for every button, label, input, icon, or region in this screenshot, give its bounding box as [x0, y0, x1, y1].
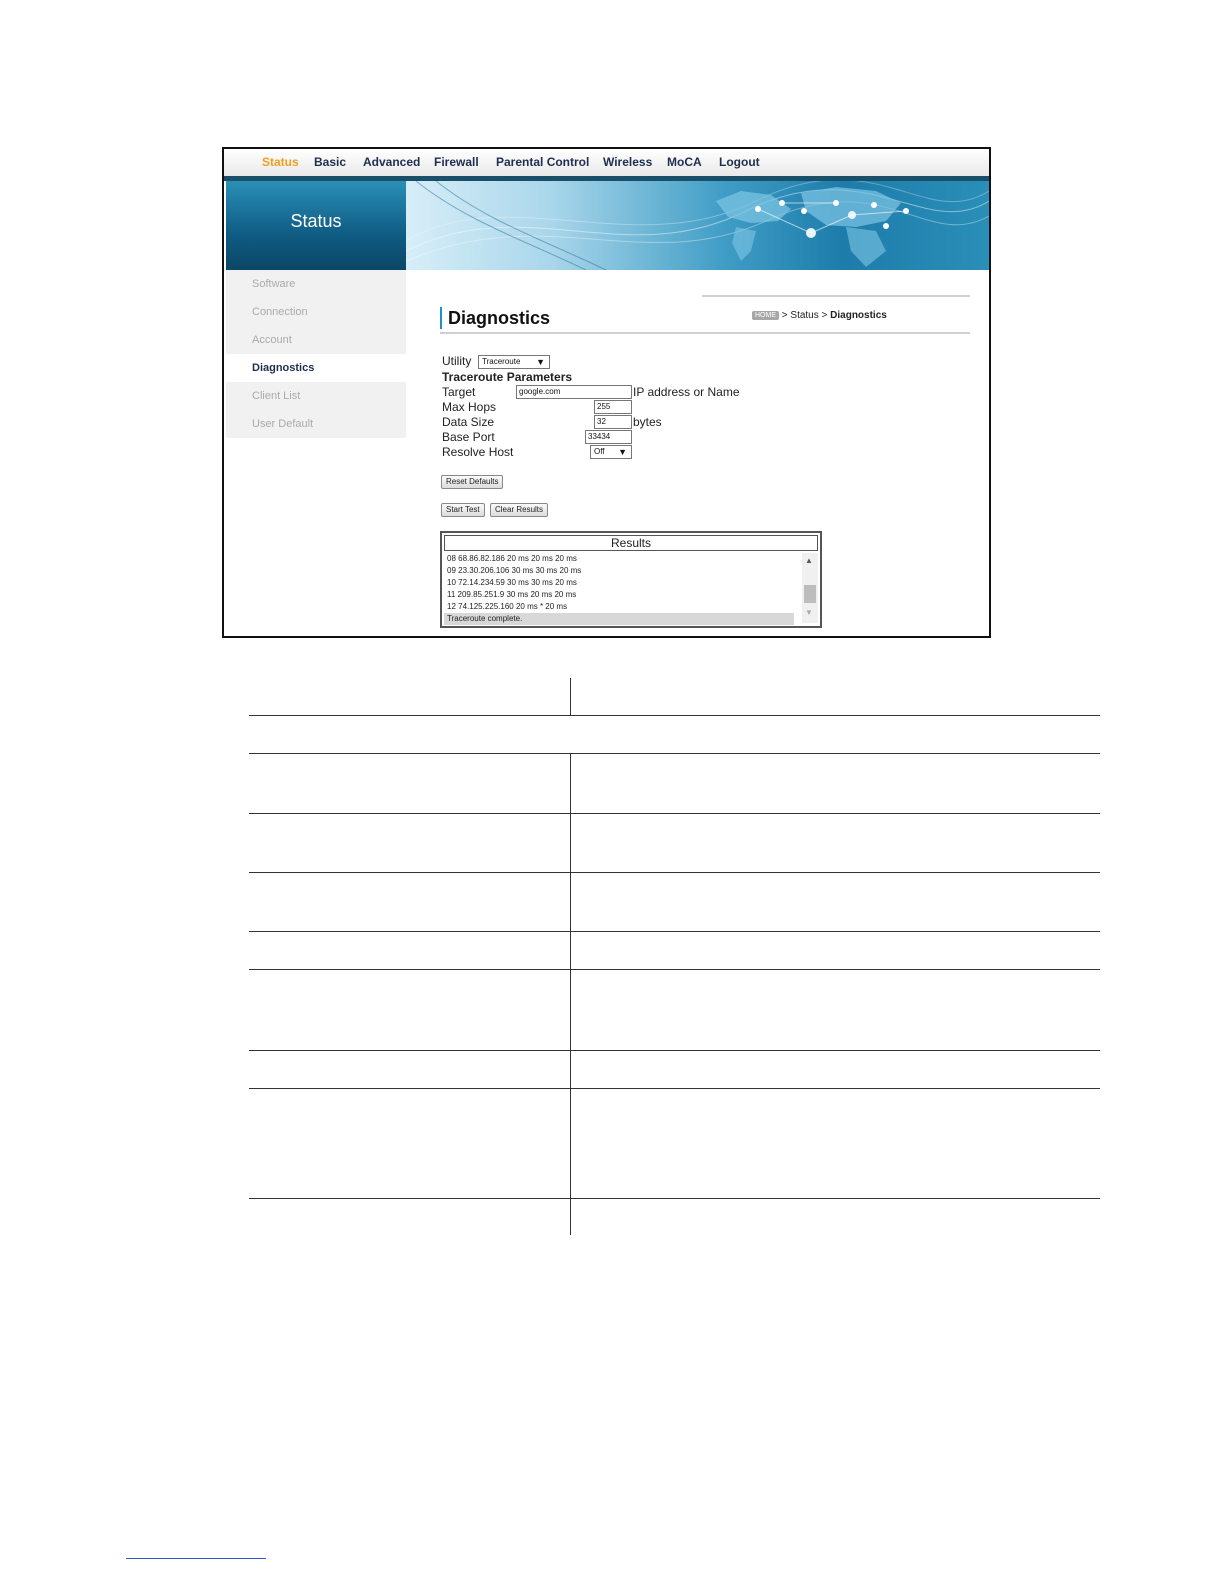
results-scrollbar[interactable]: ▲ ▼ [802, 553, 818, 623]
nav-advanced[interactable]: Advanced [363, 155, 420, 169]
divider [702, 295, 970, 297]
nav-parental-control[interactable]: Parental Control [496, 155, 589, 169]
table-rule [249, 715, 1100, 716]
sidebar-item-diagnostics[interactable]: Diagnostics [226, 354, 406, 382]
main-content: Diagnostics HOME > Status > Diagnostics … [440, 279, 970, 634]
resolve-host-label: Resolve Host [442, 445, 514, 459]
result-line: 09 23.30.206.106 30 ms 30 ms 20 ms [447, 566, 582, 575]
data-size-label: Data Size [442, 415, 495, 429]
table-divider [570, 753, 571, 1235]
max-hops-label: Max Hops [442, 400, 497, 414]
table-rule [249, 872, 1100, 873]
nav-basic[interactable]: Basic [314, 155, 346, 169]
sidebar-item-connection[interactable]: Connection [226, 298, 406, 326]
nav-logout[interactable]: Logout [719, 155, 760, 169]
table-rule [249, 969, 1100, 970]
nav-moca[interactable]: MoCA [667, 155, 702, 169]
result-line: 11 209.85.251.9 30 ms 20 ms 20 ms [447, 590, 577, 599]
top-navigation: Status Basic Advanced Firewall Parental … [224, 149, 989, 178]
target-label: Target [442, 385, 476, 399]
utility-label: Utility [442, 354, 472, 368]
sidebar-item-user-default[interactable]: User Default [226, 410, 406, 438]
page-title: Diagnostics [448, 308, 551, 328]
start-test-button[interactable]: Start Test [441, 503, 485, 517]
target-input[interactable]: google.com [516, 385, 632, 399]
table-rule [249, 931, 1100, 932]
results-header: Results [444, 535, 818, 551]
result-line: 12 74.125.225.160 20 ms * 20 ms [447, 602, 568, 611]
nav-status[interactable]: Status [262, 155, 299, 169]
scroll-down-icon[interactable]: ▼ [805, 608, 813, 617]
world-map-banner-image [406, 181, 989, 270]
router-ui-screenshot: Status Basic Advanced Firewall Parental … [222, 147, 991, 638]
table-rule [249, 1088, 1100, 1089]
table-rule [249, 1050, 1100, 1051]
scroll-thumb[interactable] [804, 585, 816, 603]
data-size-unit: bytes [633, 415, 662, 429]
table-rule [249, 753, 1100, 754]
footnote-separator [126, 1558, 266, 1559]
result-line-selected: Traceroute complete. [444, 613, 794, 625]
nav-wireless[interactable]: Wireless [603, 155, 652, 169]
breadcrumb-home[interactable]: HOME [752, 311, 779, 320]
breadcrumb: HOME > Status > Diagnostics [752, 310, 887, 321]
nav-firewall[interactable]: Firewall [434, 155, 479, 169]
dropdown-arrow-icon: ▼ [618, 447, 627, 457]
resolve-host-value: Off [594, 447, 605, 456]
results-panel: Results 08 68.86.82.186 20 ms 20 ms 20 m… [440, 531, 822, 628]
breadcrumb-current: Diagnostics [830, 310, 887, 321]
table-rule [249, 813, 1100, 814]
base-port-input[interactable]: 33434 [585, 430, 632, 444]
breadcrumb-path: > Status > [779, 310, 831, 321]
reset-defaults-button[interactable]: Reset Defaults [441, 475, 504, 489]
table-rule [249, 1198, 1100, 1199]
table-divider [570, 678, 571, 715]
resolve-host-select[interactable]: Off ▼ [590, 445, 632, 459]
sidebar-item-client-list[interactable]: Client List [226, 382, 406, 410]
sidebar-item-account[interactable]: Account [226, 326, 406, 354]
max-hops-input[interactable]: 255 [594, 400, 632, 414]
results-list[interactable]: 08 68.86.82.186 20 ms 20 ms 20 ms 09 23.… [444, 553, 794, 625]
result-line: 10 72.14.234.59 30 ms 30 ms 20 ms [447, 578, 577, 587]
clear-results-button[interactable]: Clear Results [490, 503, 549, 517]
result-line: 08 68.86.82.186 20 ms 20 ms 20 ms [447, 554, 577, 563]
page-title-container: Diagnostics [440, 307, 550, 329]
sidebar-item-software[interactable]: Software [226, 270, 406, 298]
data-size-input[interactable]: 32 [594, 415, 632, 429]
section-title-block: Status [226, 181, 406, 270]
target-hint: IP address or Name [633, 385, 740, 399]
divider [440, 332, 970, 334]
utility-select-value: Traceroute [482, 357, 521, 366]
scroll-up-icon[interactable]: ▲ [805, 556, 813, 565]
dropdown-arrow-icon: ▼ [536, 357, 545, 367]
base-port-label: Base Port [442, 430, 495, 444]
section-heading: Traceroute Parameters [442, 370, 573, 384]
utility-select[interactable]: Traceroute ▼ [478, 355, 550, 369]
sidebar: Software Connection Account Diagnostics … [226, 270, 406, 438]
